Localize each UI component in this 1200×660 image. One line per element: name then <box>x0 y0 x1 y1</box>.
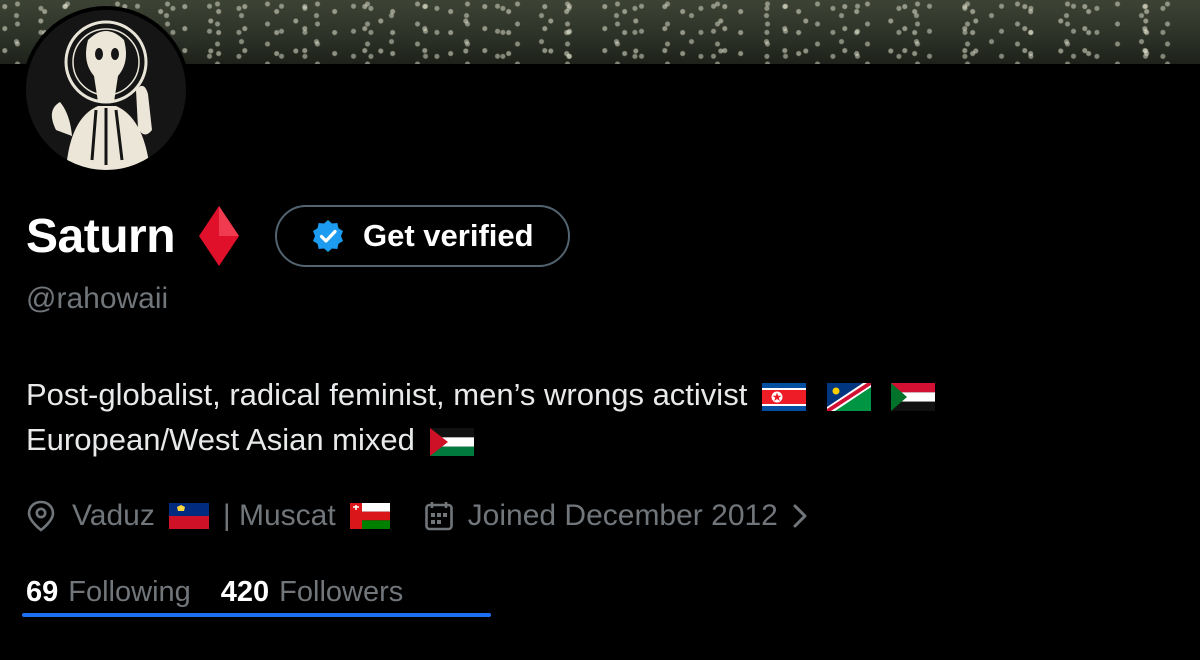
location-pin-icon <box>27 500 55 532</box>
oman-flag-icon <box>349 503 390 529</box>
name-row: Saturn Get verified <box>26 204 570 268</box>
username-handle: @rahowaii <box>26 282 169 315</box>
bio-line-2: European/West Asian mixed <box>26 417 1176 462</box>
display-name: Saturn <box>26 209 176 263</box>
location-city-a: Vaduz <box>72 499 155 532</box>
palestine-flag-icon <box>429 427 474 456</box>
link-underline <box>22 613 491 617</box>
location-city-b: | Muscat <box>222 499 336 532</box>
bio-text-2: European/West Asian mixed <box>26 422 415 457</box>
profile-meta: Vaduz | Muscat Joined December 2012 <box>26 496 812 536</box>
liechtenstein-flag-icon <box>168 503 209 529</box>
north-korea-flag-icon <box>761 382 806 411</box>
namibia-flag-icon <box>826 382 871 411</box>
joined-date: Joined December 2012 <box>467 499 778 532</box>
followers-count: 420 <box>220 576 270 608</box>
followers-label: Followers <box>279 576 404 608</box>
following-stat[interactable]: 69 Following <box>26 576 191 609</box>
profile-bio: Post-globalist, radical feminist, men’s … <box>26 372 1176 462</box>
follow-stats: 69 Following 420 Followers <box>26 576 403 609</box>
followers-stat[interactable]: 420 Followers <box>221 576 403 609</box>
avatar[interactable] <box>22 6 190 174</box>
get-verified-button[interactable]: Get verified <box>275 205 570 267</box>
chevron-right-icon[interactable] <box>788 501 812 531</box>
bio-line-1: Post-globalist, radical feminist, men’s … <box>26 372 1176 417</box>
avatar-image <box>26 10 186 170</box>
sudan-flag-icon <box>891 382 936 411</box>
bio-text-1: Post-globalist, radical feminist, men’s … <box>26 377 748 412</box>
red-diamond-icon <box>199 206 240 266</box>
following-count: 69 <box>26 576 59 608</box>
following-label: Following <box>68 576 191 608</box>
verified-badge-icon <box>313 220 344 252</box>
calendar-icon <box>424 502 453 531</box>
get-verified-label: Get verified <box>363 218 534 253</box>
